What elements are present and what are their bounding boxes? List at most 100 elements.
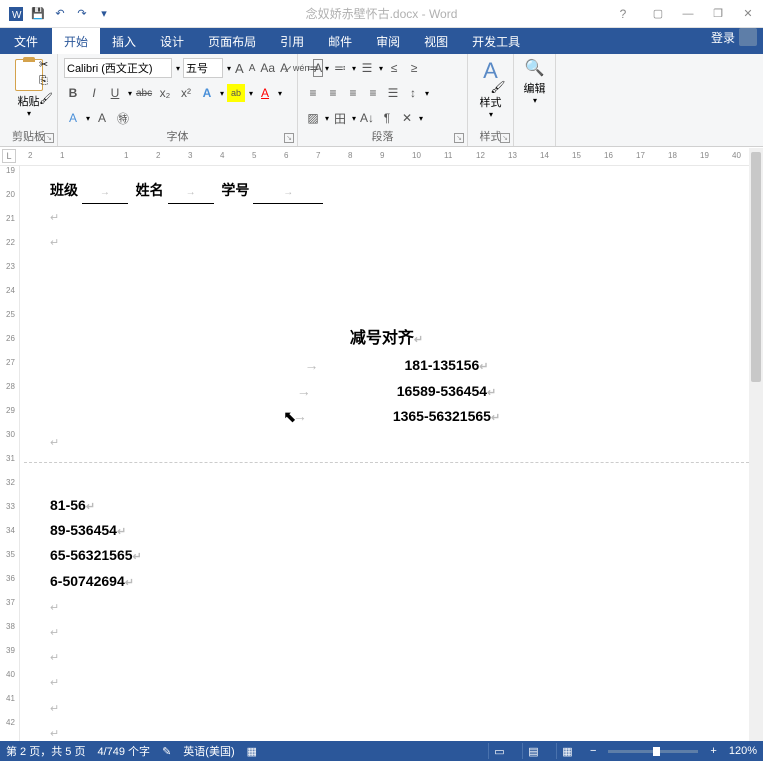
tab-layout[interactable]: 页面布局 xyxy=(196,28,268,54)
show-marks-icon[interactable]: ¶ xyxy=(378,109,396,127)
cut-icon[interactable]: ✂ xyxy=(39,58,53,72)
numbering-icon[interactable]: ≕ xyxy=(331,59,349,77)
grow-font-icon[interactable]: A xyxy=(234,59,245,77)
strike-button[interactable]: abc xyxy=(135,84,153,102)
tab-references[interactable]: 引用 xyxy=(268,28,316,54)
paragraph-dialog-icon[interactable]: ↘ xyxy=(454,133,464,143)
horizontal-ruler[interactable]: L 211234567891011121314151617181940 xyxy=(0,148,763,166)
align-left-icon[interactable]: ≡ xyxy=(304,84,322,102)
highlight-icon[interactable]: ab xyxy=(227,84,245,102)
web-layout-icon[interactable]: ▦ xyxy=(556,743,578,759)
tab-insert[interactable]: 插入 xyxy=(100,28,148,54)
shrink-font-icon[interactable]: A xyxy=(248,59,257,77)
font-dialog-icon[interactable]: ↘ xyxy=(284,133,294,143)
tab-developer[interactable]: 开发工具 xyxy=(460,28,532,54)
subscript-button[interactable]: x₂ xyxy=(156,84,174,102)
page-indicator[interactable]: 第 2 页，共 5 页 xyxy=(6,743,85,759)
text-effects-icon[interactable]: A xyxy=(198,84,216,102)
clipboard-dialog-icon[interactable]: ↘ xyxy=(44,133,54,143)
bold-button[interactable]: B xyxy=(64,84,82,102)
tab-view[interactable]: 视图 xyxy=(412,28,460,54)
underline-button[interactable]: U xyxy=(106,84,124,102)
shading-icon[interactable]: ▨ xyxy=(304,109,322,127)
login-label: 登录 xyxy=(711,29,735,46)
find-icon[interactable]: 🔍 xyxy=(520,58,549,78)
vertical-scrollbar[interactable] xyxy=(749,148,763,741)
document-body[interactable]: 班级 → 姓名 → 学号 → ↵ ↵ 减号对齐↵ →181-135156↵ →1… xyxy=(24,168,749,741)
styles-button[interactable]: A 🖌 xyxy=(476,58,506,94)
word-count[interactable]: 4/749 个字 xyxy=(97,743,150,759)
tab-home[interactable]: 开始 xyxy=(52,28,100,54)
save-icon[interactable]: 💾 xyxy=(30,6,46,22)
align-right-icon[interactable]: ≡ xyxy=(344,84,362,102)
snap-icon[interactable]: ✕ xyxy=(398,109,416,127)
effects-dropdown-icon[interactable]: ▾ xyxy=(220,89,224,98)
tab-mailings[interactable]: 邮件 xyxy=(316,28,364,54)
align-center-icon[interactable]: ≡ xyxy=(324,84,342,102)
increase-indent-icon[interactable]: ≥ xyxy=(405,59,423,77)
zoom-slider[interactable] xyxy=(608,750,698,753)
highlight-dropdown-icon[interactable]: ▾ xyxy=(249,89,253,98)
help-icon[interactable]: ? xyxy=(613,4,633,24)
tab-selector-icon[interactable]: L xyxy=(2,149,16,163)
paragraph-group-label: 段落 xyxy=(298,128,467,144)
line-spacing-icon[interactable]: ↕ xyxy=(404,84,422,102)
font-size-dropdown-icon[interactable]: ▾ xyxy=(227,64,231,73)
tab-review[interactable]: 审阅 xyxy=(364,28,412,54)
redo-icon[interactable]: ↷ xyxy=(74,6,90,22)
justify-icon[interactable]: ≡ xyxy=(364,84,382,102)
vertical-ruler[interactable]: 1920212223242526272829303132333435363738… xyxy=(2,166,20,741)
font-color-icon[interactable]: A xyxy=(256,84,274,102)
print-layout-icon[interactable]: ▤ xyxy=(522,743,544,759)
spellcheck-icon[interactable]: ✎ xyxy=(162,745,171,758)
enclose-char-icon[interactable]: ㊕ xyxy=(114,109,132,127)
bullets-icon[interactable]: ≔ xyxy=(304,59,322,77)
undo-icon[interactable]: ↶ xyxy=(52,6,68,22)
font-size-select[interactable] xyxy=(183,58,223,78)
title-bar: W 💾 ↶ ↷ ▾ 念奴娇赤壁怀古.docx - Word ? ▢ — ❐ ✕ xyxy=(0,0,763,28)
format-painter-icon[interactable]: 🖌 xyxy=(39,92,53,106)
paste-label: 粘贴 xyxy=(18,93,40,109)
centered-line: →1365-56321565↵ xyxy=(50,404,723,429)
minimize-icon[interactable]: — xyxy=(673,3,703,25)
borders-icon[interactable]: 田 xyxy=(331,109,349,127)
login-button[interactable]: 登录 xyxy=(711,28,757,46)
close-icon[interactable]: ✕ xyxy=(733,3,763,25)
zoom-slider-thumb[interactable] xyxy=(653,747,660,756)
fontcolor-dropdown-icon[interactable]: ▾ xyxy=(278,89,282,98)
tab-design[interactable]: 设计 xyxy=(148,28,196,54)
copy-icon[interactable]: ⎘ xyxy=(39,75,53,89)
styles-dropdown-icon[interactable]: ▾ xyxy=(475,110,507,119)
decrease-indent-icon[interactable]: ≤ xyxy=(385,59,403,77)
field-name-label: 姓名 xyxy=(136,182,164,198)
superscript-button[interactable]: x² xyxy=(177,84,195,102)
distributed-icon[interactable]: ☰ xyxy=(384,84,402,102)
macro-record-icon[interactable]: ▦ xyxy=(247,745,257,758)
text-effects2-icon[interactable]: A xyxy=(64,109,82,127)
editing-dropdown-icon[interactable]: ▾ xyxy=(521,96,549,105)
sort-icon[interactable]: A↓ xyxy=(358,109,376,127)
tab-file[interactable]: 文件 xyxy=(0,28,52,54)
ribbon-display-icon[interactable]: ▢ xyxy=(643,3,673,25)
zoom-in-button[interactable]: + xyxy=(710,745,716,757)
ribbon: 粘贴 ▾ ✂ ⎘ 🖌 剪贴板 ↘ ▾ ▾ A A Aa A̷ wén A B I… xyxy=(0,54,763,147)
read-mode-icon[interactable]: ▭ xyxy=(488,743,510,759)
language-indicator[interactable]: 英语(美国) xyxy=(183,743,234,759)
multilevel-icon[interactable]: ☰ xyxy=(358,59,376,77)
scrollbar-thumb[interactable] xyxy=(751,152,761,382)
clear-format-icon[interactable]: A̷ xyxy=(279,59,289,77)
restore-icon[interactable]: ❐ xyxy=(703,3,733,25)
qat-more-icon[interactable]: ▾ xyxy=(96,6,112,22)
change-case-icon[interactable]: Aa xyxy=(259,59,276,77)
group-styles: A 🖌 样式 ▾ 样式 ↘ xyxy=(468,54,514,146)
underline-dropdown-icon[interactable]: ▾ xyxy=(128,89,132,98)
styles-dialog-icon[interactable]: ↘ xyxy=(500,133,510,143)
font-name-select[interactable] xyxy=(64,58,172,78)
zoom-out-button[interactable]: − xyxy=(590,745,596,757)
quick-access-toolbar: W 💾 ↶ ↷ ▾ xyxy=(0,6,112,22)
char-shading-icon[interactable]: A xyxy=(93,109,111,127)
paste-dropdown-icon[interactable]: ▾ xyxy=(27,109,31,118)
zoom-level[interactable]: 120% xyxy=(729,745,757,757)
font-name-dropdown-icon[interactable]: ▾ xyxy=(176,64,180,73)
italic-button[interactable]: I xyxy=(85,84,103,102)
